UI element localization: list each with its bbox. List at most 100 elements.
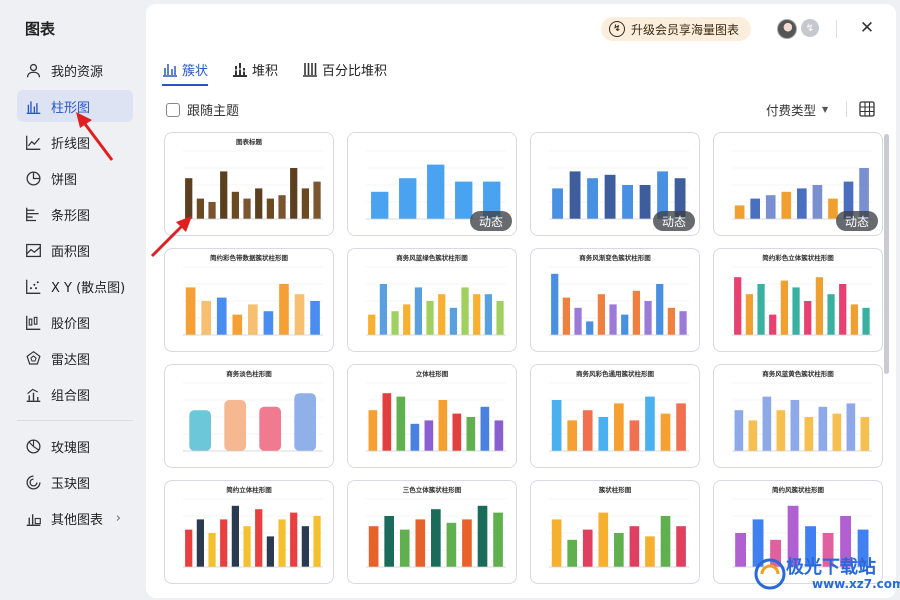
chart-template-card[interactable]: 简约立体柱形图: [164, 480, 334, 584]
sidebar-item-stock-chart[interactable]: 股价图: [17, 306, 133, 338]
thumbnail-bar: [220, 171, 228, 219]
chart-template-card[interactable]: 动态: [347, 132, 517, 236]
sidebar-item-horizontal-bar[interactable]: 条形图: [17, 198, 133, 230]
thumbnail-bar: [294, 294, 305, 335]
upgrade-label: 升级会员享海量图表: [631, 22, 740, 37]
sidebar-item-ring[interactable]: 玉玦图: [17, 466, 133, 498]
card-title: 图表标题: [236, 138, 262, 146]
thumbnail-bar: [660, 413, 671, 451]
sidebar-item-my-resources[interactable]: 我的资源: [17, 54, 133, 86]
thumbnail-bar: [473, 294, 481, 335]
tab-percent-stacked[interactable]: 百分比堆积: [302, 58, 387, 80]
tab-bar: 簇状 堆积 百分比堆积: [162, 58, 411, 82]
thumbnail-bar: [290, 512, 298, 567]
pay-type-dropdown[interactable]: 付费类型 ▼: [766, 100, 828, 119]
tab-stacked[interactable]: 堆积: [232, 58, 278, 80]
thumbnail-bar: [780, 280, 788, 335]
tab-label: 百分比堆积: [322, 63, 388, 79]
sidebar-item-label: X Y (散点图): [51, 280, 126, 296]
close-button[interactable]: ✕: [857, 18, 877, 38]
sidebar-item-other[interactable]: 其他图表 ›: [17, 502, 133, 534]
chart-thumbnail: [183, 266, 323, 336]
chart-template-card[interactable]: 商务风渐变色簇状柱形图: [530, 248, 700, 352]
thumbnail-bar: [598, 512, 609, 567]
upgrade-button[interactable]: ↯ 升级会员享海量图表: [601, 17, 752, 41]
thumbnail-bar: [313, 181, 321, 219]
pie-chart-icon: [23, 168, 43, 188]
chart-template-card[interactable]: 商务淡色柱形图: [164, 364, 334, 468]
thumbnail-bar: [804, 301, 812, 335]
stacked-bar-icon: [233, 63, 248, 77]
thumbnail-bar: [243, 526, 251, 567]
thumbnail-bar: [403, 304, 411, 335]
sidebar-item-radar[interactable]: 雷达图: [17, 342, 133, 374]
horizontal-bar-icon: [23, 204, 43, 224]
sidebar-item-label: 组合图: [51, 388, 91, 404]
thumbnail-bar: [562, 297, 570, 335]
thumbnail-bar: [399, 529, 410, 567]
thumbnail-bar: [255, 188, 263, 219]
sidebar-item-combo[interactable]: 组合图: [17, 378, 133, 410]
chevron-right-icon: ›: [115, 510, 121, 526]
follow-theme-label: 跟随主题: [187, 104, 240, 119]
thumbnail-bar: [259, 406, 281, 451]
thumbnail-bar: [216, 297, 227, 335]
thumbnail-bar: [279, 284, 289, 335]
chart-template-card[interactable]: 商务风彩色通用簇状柱形图: [530, 364, 700, 468]
scrollbar[interactable]: [884, 134, 889, 374]
chart-template-card[interactable]: 簇状柱形图: [530, 480, 700, 584]
chart-template-card[interactable]: 简约彩色带数据簇状柱形图: [164, 248, 334, 352]
thumbnail-bar: [765, 195, 776, 219]
scatter-icon: [23, 276, 43, 296]
thumbnail-bar: [424, 420, 434, 451]
thumbnail-bar: [255, 509, 263, 567]
follow-theme-checkbox[interactable]: 跟随主题: [166, 100, 239, 119]
sidebar-item-label: 条形图: [51, 208, 91, 224]
thumbnail-bar: [196, 519, 204, 567]
combo-chart-icon: [23, 384, 43, 404]
chart-template-card[interactable]: 简约彩色立体簇状柱形图: [713, 248, 883, 352]
chart-template-card[interactable]: 商务风蓝黄色簇状柱形图: [713, 364, 883, 468]
thumbnail-bar: [455, 181, 473, 219]
thumbnail-bar: [734, 410, 744, 451]
card-title: 簇状柱形图: [598, 486, 632, 494]
avatar[interactable]: [777, 19, 797, 39]
chart-thumbnail: [366, 266, 506, 336]
checkbox-box[interactable]: [166, 102, 180, 117]
thumbnail-bar: [391, 311, 399, 335]
thumbnail-bar: [598, 417, 609, 451]
thumbnail-bar: [266, 536, 274, 567]
thumbnail-bar: [496, 301, 504, 335]
annotation-arrow-card: [150, 216, 192, 258]
grid-view-icon[interactable]: [859, 101, 875, 117]
sidebar-item-rose[interactable]: 玫瑰图: [17, 430, 133, 462]
thumbnail-bar: [734, 205, 745, 219]
thumbnail-bar: [792, 287, 800, 335]
thumbnail-bar: [189, 410, 211, 451]
tab-clustered[interactable]: 簇状: [162, 58, 208, 80]
chart-template-card[interactable]: 三色立体簇状柱形图: [347, 480, 517, 584]
thumbnail-bar: [185, 529, 193, 567]
pay-type-label: 付费类型: [766, 103, 817, 118]
sidebar-item-label: 面积图: [51, 244, 91, 260]
thumbnail-bar: [232, 314, 243, 335]
chart-template-card[interactable]: 立体柱形图: [347, 364, 517, 468]
thumbnail-bar: [734, 277, 742, 335]
card-title: 三色立体簇状柱形图: [402, 486, 462, 494]
thumbnail-bar: [582, 410, 593, 451]
thumbnail-bar: [660, 516, 671, 567]
watermark-title: 极光下载站: [786, 557, 876, 578]
thumbnail-bar: [645, 396, 655, 451]
thumbnail-bar: [368, 314, 376, 335]
sidebar-item-area-chart[interactable]: 面积图: [17, 234, 133, 266]
sidebar-item-scatter[interactable]: X Y (散点图): [17, 270, 133, 302]
thumbnail-bar: [220, 519, 228, 567]
chart-template-card[interactable]: 动态: [713, 132, 883, 236]
chart-template-card[interactable]: 动态: [530, 132, 700, 236]
thumbnail-bar: [586, 321, 594, 335]
card-title: 立体柱形图: [415, 370, 449, 378]
thumbnail-bar: [452, 413, 462, 451]
sidebar-item-label: 玫瑰图: [51, 440, 91, 456]
thumbnail-bar: [313, 516, 321, 567]
chart-template-card[interactable]: 商务风蓝绿色簇状柱形图: [347, 248, 517, 352]
